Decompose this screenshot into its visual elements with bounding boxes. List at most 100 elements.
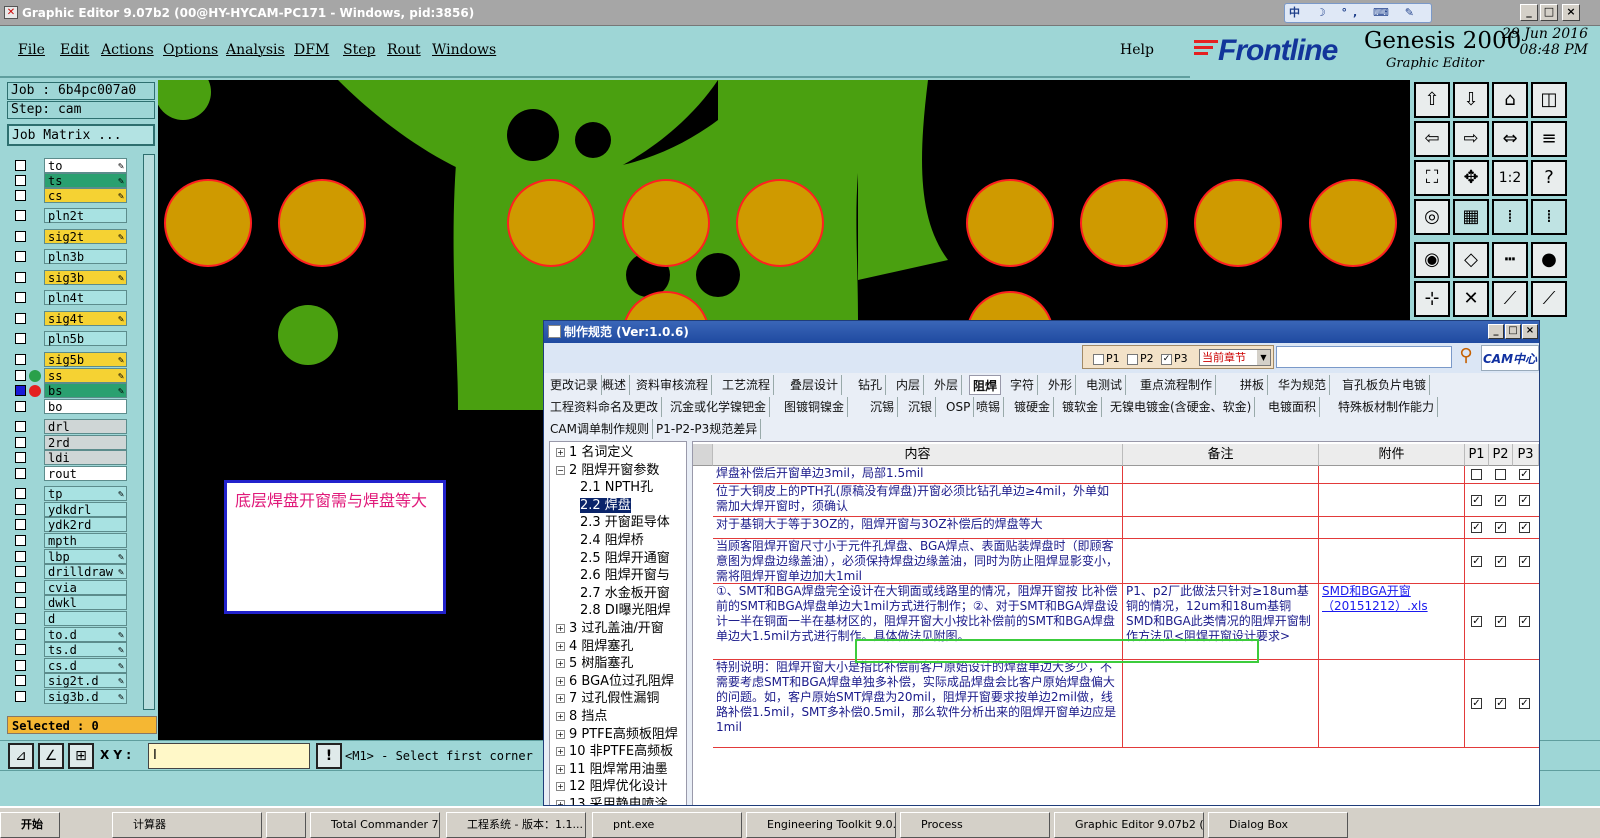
menu-dfm[interactable]: DFM — [294, 42, 329, 58]
layer-row[interactable]: ts ✎ — [9, 173, 137, 188]
layer-row[interactable]: to ✎ — [9, 158, 137, 173]
layer-row[interactable]: dwkl — [9, 595, 137, 610]
menu-help[interactable]: Help — [1120, 42, 1154, 58]
tool-ruler-icon[interactable]: ┅ — [1492, 242, 1528, 278]
tab-0-13[interactable]: 拼板 — [1237, 375, 1269, 395]
tab-1-5[interactable]: OSP — [943, 397, 975, 417]
cell-att[interactable] — [1319, 466, 1465, 483]
tab-1-3[interactable]: 沉锡 — [867, 397, 899, 417]
layer-row[interactable]: sig3b ✎ — [9, 270, 137, 285]
layer-checkbox[interactable] — [15, 535, 26, 546]
layer-checkbox[interactable] — [15, 582, 26, 593]
checkmark-icon[interactable]: ✓ — [1519, 522, 1530, 533]
col-header-p1[interactable]: P1 — [1465, 444, 1489, 466]
layer-row[interactable]: ydkdrl — [9, 502, 137, 517]
layer-checkbox[interactable] — [15, 644, 26, 655]
layer-name[interactable]: ydkdrl — [44, 502, 127, 517]
start-button[interactable]: 开始 — [0, 812, 60, 838]
task-item[interactable]: Process — [900, 812, 1050, 838]
checkmark-icon[interactable]: ✓ — [1495, 698, 1506, 709]
layer-name[interactable]: bs ✎ — [44, 383, 127, 398]
layer-checkbox[interactable] — [15, 551, 26, 562]
tool-home-icon[interactable]: ⌂ — [1492, 82, 1528, 118]
layer-name[interactable]: ts.d ✎ — [44, 642, 127, 657]
layer-checkbox[interactable] — [15, 468, 26, 479]
layer-name[interactable]: cvia — [44, 580, 127, 595]
expand-icon[interactable]: + — [556, 641, 565, 651]
layer-name[interactable]: to.d ✎ — [44, 627, 127, 642]
tool-zoom-fit-icon[interactable]: ⛶ — [1414, 160, 1450, 196]
layer-name[interactable]: cs ✎ — [44, 188, 127, 203]
tab-1-9[interactable]: 无镍电镀金(含硬金、软金) — [1107, 397, 1256, 417]
annotation-note[interactable]: 底层焊盘开窗需与焊盘等大 — [224, 480, 446, 614]
expand-icon[interactable]: + — [556, 747, 565, 757]
job-matrix-button[interactable]: Job Matrix ... — [7, 124, 155, 146]
layer-name[interactable]: cs.d ✎ — [44, 658, 127, 673]
tree-node[interactable]: +12 阻焊优化设计 — [556, 778, 668, 795]
expand-icon[interactable]: + — [556, 729, 565, 739]
layer-name[interactable]: pln5b — [44, 331, 127, 346]
checkmark-icon[interactable]: ✓ — [1519, 698, 1530, 709]
filter-p3[interactable]: ✓ P3 — [1161, 352, 1188, 365]
layer-checkbox[interactable] — [15, 292, 26, 303]
menu-analysis[interactable]: Analysis — [226, 42, 285, 58]
tab-1-1[interactable]: 沉金或化学镍钯金 — [667, 397, 771, 417]
checkmark-icon[interactable]: ✓ — [1519, 495, 1530, 506]
tree-node[interactable]: +8 挡点 — [556, 708, 607, 725]
snap-icon[interactable]: ⊿ — [8, 743, 34, 769]
dialog-minimize-button[interactable]: _ — [1488, 324, 1504, 339]
menu-actions[interactable]: Actions — [101, 42, 154, 58]
tool-circle-icon[interactable]: ● — [1531, 242, 1567, 278]
checkbox-empty[interactable] — [1471, 469, 1482, 480]
layer-list-scrollbar[interactable] — [143, 154, 155, 710]
layer-checkbox[interactable] — [15, 313, 26, 324]
task-item[interactable]: Engineering Toolkit 9.0... — [746, 812, 896, 838]
tab-1-8[interactable]: 镀软金 — [1059, 397, 1103, 417]
expand-icon[interactable]: + — [556, 782, 565, 792]
layer-row[interactable]: sig3b.d ✎ — [9, 689, 137, 704]
layer-row[interactable]: sig4t ✎ — [9, 311, 137, 326]
layer-checkbox[interactable] — [15, 354, 26, 365]
checkmark-icon[interactable]: ✓ — [1471, 495, 1482, 506]
layer-row[interactable]: bs ✎ — [9, 383, 137, 398]
layer-checkbox[interactable] — [15, 691, 26, 702]
layer-checkbox[interactable] — [15, 519, 26, 530]
tab-2-0[interactable]: CAM调单制作规则 — [547, 419, 653, 439]
tab-1-6[interactable]: 喷锡 — [973, 397, 1005, 417]
table-row[interactable]: 焊盘补偿后开窗单边3mil，局部1.5mil ✓ — [713, 466, 1539, 484]
table-row[interactable]: 对于基铜大于等于3OZ的，阻焊开窗与3OZ补偿后的焊盘等大 ✓ ✓ ✓ — [713, 517, 1539, 539]
collapse-icon[interactable]: − — [556, 465, 565, 475]
layer-checkbox[interactable] — [15, 437, 26, 448]
checkmark-icon[interactable]: ✓ — [1471, 522, 1482, 533]
layer-checkbox[interactable] — [15, 251, 26, 262]
tab-0-6[interactable]: 内层 — [893, 375, 925, 395]
maximize-button[interactable]: □ — [1540, 4, 1558, 21]
xy-input[interactable]: I — [148, 743, 310, 769]
layer-row[interactable]: ydk2rd — [9, 517, 137, 532]
chapter-tree[interactable]: +1 名词定义 −2 阻焊开窗参数 2.1 NPTH孔 2.2 焊盘 2.3 开窗距导体… — [549, 441, 687, 805]
layer-row[interactable]: cvia — [9, 580, 137, 595]
tab-0-10[interactable]: 外形 — [1045, 375, 1077, 395]
checkmark-icon[interactable]: ✓ — [1495, 616, 1506, 627]
task-item[interactable]: pnt.exe — [592, 812, 742, 838]
task-item[interactable]: Dialog Box — [1208, 812, 1348, 838]
grid-icon[interactable]: ⊞ — [68, 743, 94, 769]
layer-name[interactable]: sig3b ✎ — [44, 270, 127, 285]
tool-measure-icon[interactable]: ⟋ — [1531, 281, 1567, 317]
layer-row[interactable]: bo — [9, 399, 137, 414]
layer-row[interactable]: ts.d ✎ — [9, 642, 137, 657]
menu-options[interactable]: Options — [163, 42, 218, 58]
layer-name[interactable]: rout — [44, 466, 127, 481]
menu-rout[interactable]: Rout — [387, 42, 421, 58]
tool-window-icon[interactable]: ◫ — [1531, 82, 1567, 118]
layer-checkbox[interactable] — [15, 385, 26, 396]
tool-pan-icon[interactable]: ✥ — [1453, 160, 1489, 196]
layer-row[interactable]: cs.d ✎ — [9, 658, 137, 673]
expand-icon[interactable]: + — [556, 694, 565, 704]
layer-row[interactable]: cs ✎ — [9, 188, 137, 203]
tool-snap-icon[interactable]: ⁞ — [1492, 199, 1528, 235]
checkmark-icon[interactable]: ✓ — [1495, 556, 1506, 567]
layer-checkbox[interactable] — [15, 488, 26, 499]
expand-icon[interactable]: + — [556, 712, 565, 721]
task-item[interactable] — [266, 812, 306, 838]
